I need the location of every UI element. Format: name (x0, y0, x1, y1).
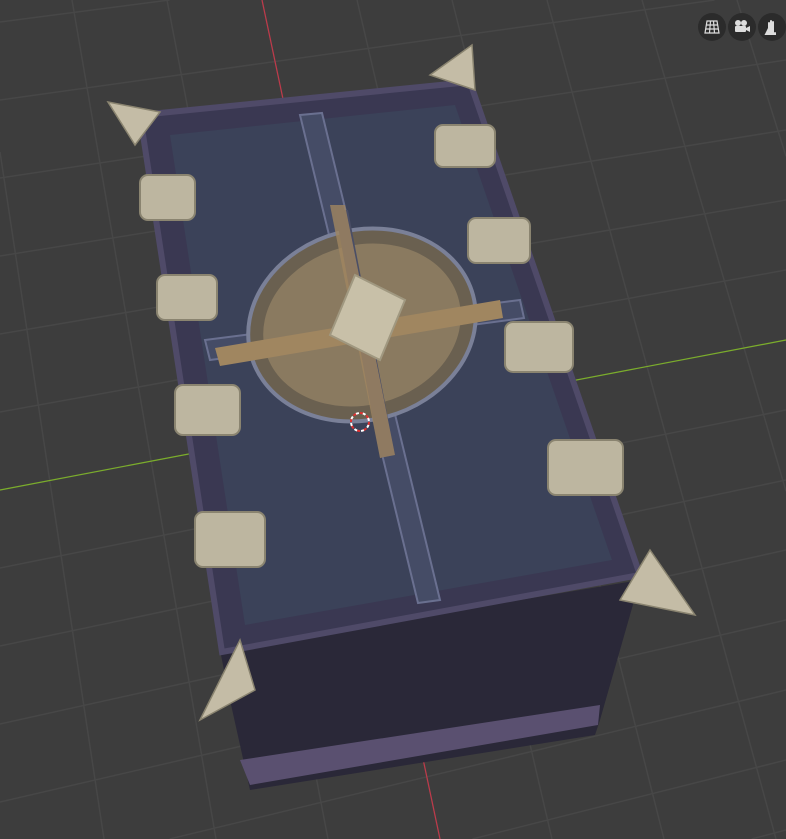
grid-line (472, 759, 786, 839)
hand-pan-icon (764, 20, 776, 35)
toggle-perspective-button[interactable] (698, 13, 726, 41)
grid-line (0, 0, 170, 23)
book-model[interactable] (106, 43, 697, 790)
pan-view-button[interactable] (758, 13, 786, 41)
camera-icon (735, 20, 750, 32)
grid-line (641, 0, 786, 492)
grid-line (0, 151, 105, 839)
grid-perspective-icon (704, 20, 720, 34)
grid-line (751, 829, 786, 839)
grid-line (0, 0, 715, 101)
3d-viewport[interactable] (0, 0, 786, 839)
camera-view-button[interactable] (728, 13, 756, 41)
